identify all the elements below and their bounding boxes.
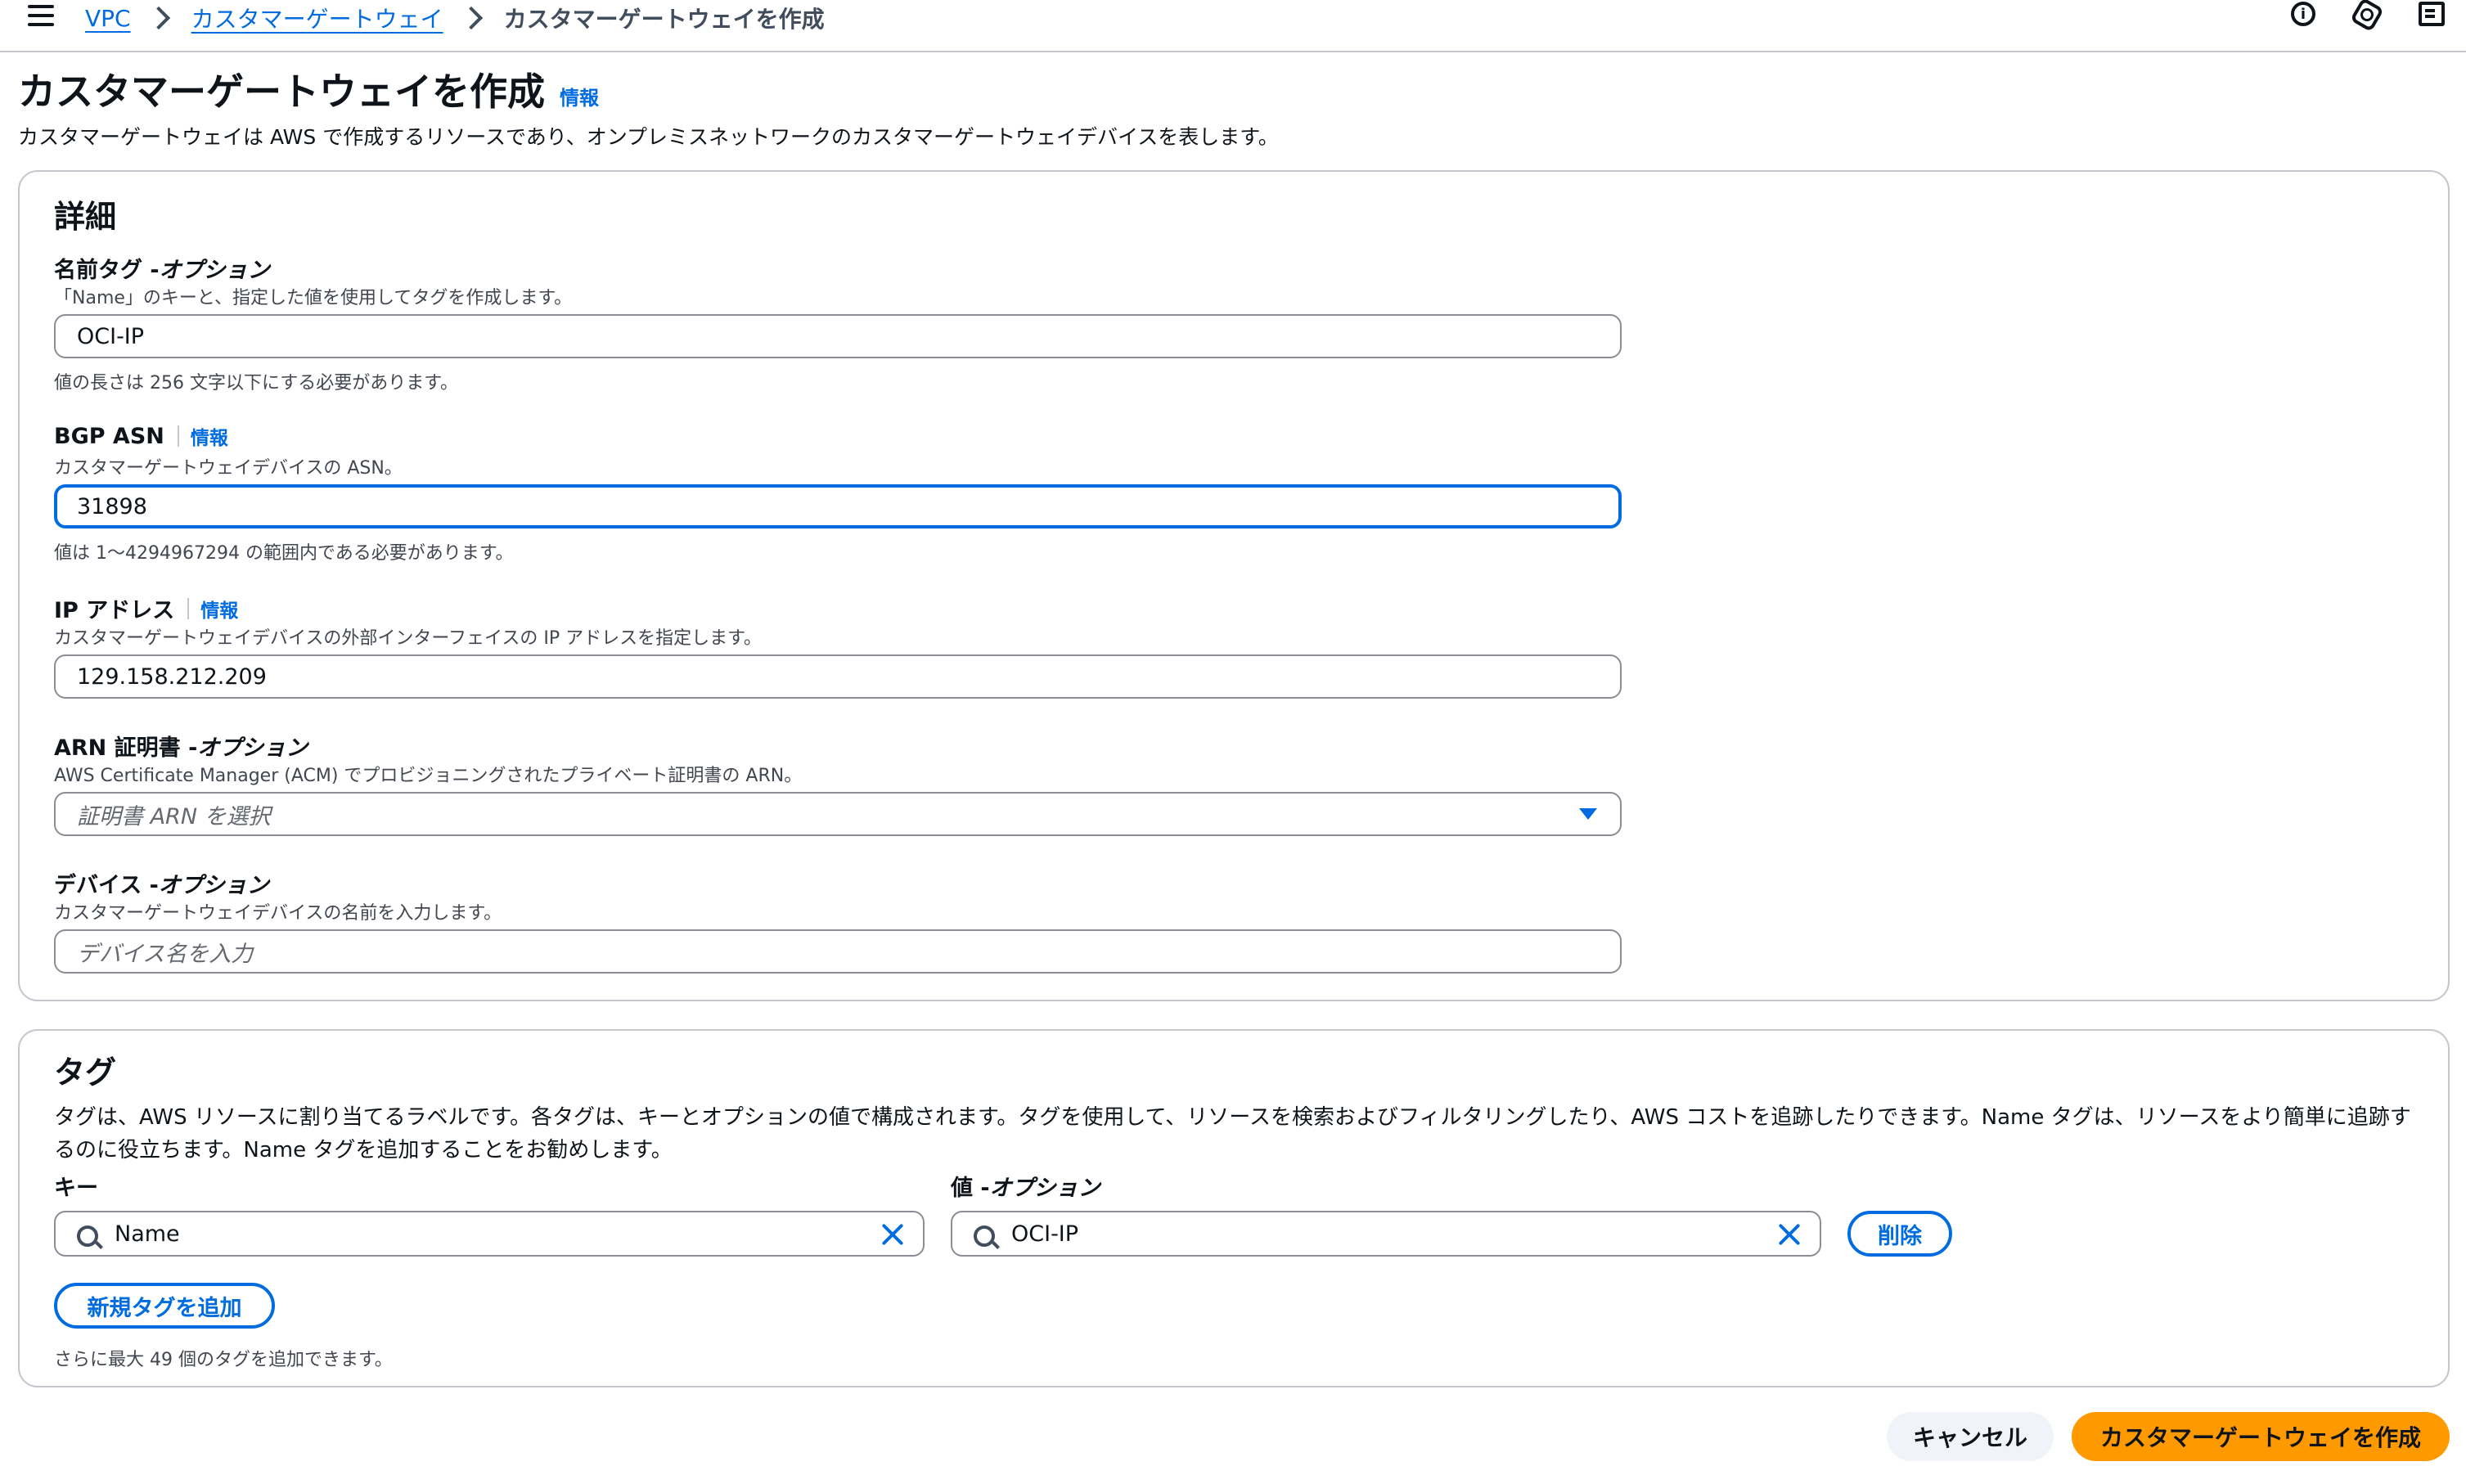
ip-address-label-text: IP アドレス <box>54 598 175 623</box>
name-tag-label: 名前タグ - オプション <box>54 252 270 284</box>
search-icon <box>77 1225 98 1247</box>
ip-address-input[interactable]: 129.158.212.209 <box>54 654 1622 699</box>
tag-value-label-main: 値 - <box>951 1176 990 1201</box>
feedback-icon[interactable] <box>2419 2 2448 31</box>
remove-tag-button[interactable]: 削除 <box>1847 1211 1952 1257</box>
top-navigation-bar: VPC カスタマーゲートウェイ カスタマーゲートウェイを作成 i <box>0 0 2466 52</box>
details-container: 詳細 名前タグ - オプション 「Name」のキーと、指定した値を使用してタグを… <box>18 170 2450 1001</box>
breadcrumb-vpc-link[interactable]: VPC <box>85 5 131 32</box>
certificate-arn-label: ARN 証明書 - オプション <box>54 730 308 762</box>
ip-address-label: IP アドレス 情報 <box>54 592 238 624</box>
breadcrumb-customer-gateways-link[interactable]: カスタマーゲートウェイ <box>191 2 443 34</box>
breadcrumb: VPC カスタマーゲートウェイ カスタマーゲートウェイを作成 <box>85 0 825 36</box>
page-title: カスタマーゲートウェイを作成 情報 <box>18 62 599 116</box>
name-tag-input[interactable]: OCI-IP <box>54 314 1622 358</box>
bgp-asn-info-link[interactable]: 情報 <box>191 422 228 450</box>
device-label-optional: オプション <box>158 873 269 898</box>
top-icon-group: i <box>2291 0 2448 33</box>
name-tag-label-main: 名前タグ - <box>54 258 160 283</box>
tag-key-input[interactable]: Name <box>54 1211 925 1257</box>
certificate-arn-label-optional: オプション <box>197 735 308 761</box>
bgp-asn-constraint: 値は 1～4294967294 の範囲内である必要があります。 <box>54 543 514 564</box>
caret-down-icon <box>1579 808 1597 820</box>
clear-icon[interactable] <box>1777 1222 1802 1247</box>
tag-key-label: キー <box>54 1176 98 1201</box>
page-info-link[interactable]: 情報 <box>560 82 599 110</box>
certificate-arn-label-main: ARN 証明書 - <box>54 735 198 761</box>
bgp-asn-description: カスタマーゲートウェイデバイスの ASN。 <box>54 458 403 479</box>
device-label-main: デバイス - <box>54 873 159 898</box>
tag-value-label-optional: オプション <box>989 1176 1100 1201</box>
name-tag-constraint: 値の長さは 256 文字以下にする必要があります。 <box>54 373 458 393</box>
info-circle-icon[interactable]: i <box>2291 2 2320 31</box>
page-title-text: カスタマーゲートウェイを作成 <box>18 70 545 114</box>
bgp-asn-label-text: BGP ASN <box>54 423 164 449</box>
tags-description: タグは、AWS リソースに割り当てるラベルです。各タグは、キーとオプションの値で… <box>54 1105 2411 1162</box>
ip-address-info-link[interactable]: 情報 <box>200 595 238 623</box>
name-tag-description: 「Name」のキーと、指定した値を使用してタグを作成します。 <box>54 288 573 308</box>
hamburger-menu-icon[interactable] <box>28 5 54 28</box>
page-description: カスタマーゲートウェイは AWS で作成するリソースであり、オンプレミスネットワ… <box>18 125 1279 149</box>
device-label: デバイス - オプション <box>54 867 269 899</box>
bgp-asn-input[interactable]: 31898 <box>54 484 1622 528</box>
tag-value-value: OCI-IP <box>1011 1221 1079 1247</box>
ip-address-description: カスタマーゲートウェイデバイスの外部インターフェイスの IP アドレスを指定しま… <box>54 628 762 649</box>
certificate-arn-placeholder: 証明書 ARN を選択 <box>77 803 271 830</box>
details-title: 詳細 <box>54 199 117 235</box>
chevron-right-icon <box>146 6 170 30</box>
device-description: カスタマーゲートウェイデバイスの名前を入力します。 <box>54 903 502 924</box>
certificate-arn-description: AWS Certificate Manager (ACM) でプロビジョニングさ… <box>54 766 803 786</box>
bgp-asn-label: BGP ASN 情報 <box>54 422 228 450</box>
certificate-arn-select[interactable]: 証明書 ARN を選択 <box>54 792 1622 836</box>
add-new-tag-button[interactable]: 新規タグを追加 <box>54 1283 275 1329</box>
label-divider <box>187 597 190 619</box>
tag-key-value: Name <box>115 1221 180 1247</box>
search-icon <box>974 1225 995 1247</box>
clear-icon[interactable] <box>880 1222 905 1247</box>
cancel-button[interactable]: キャンセル <box>1887 1412 2054 1461</box>
create-customer-gateway-button[interactable]: カスタマーゲートウェイを作成 <box>2072 1412 2450 1461</box>
breadcrumb-current: カスタマーゲートウェイを作成 <box>503 6 825 33</box>
tag-value-input[interactable]: OCI-IP <box>951 1211 1821 1257</box>
tags-container: タグ タグは、AWS リソースに割り当てるラベルです。各タグは、キーとオプション… <box>18 1029 2450 1387</box>
tag-value-label: 値 - オプション <box>951 1170 1100 1202</box>
settings-hex-icon[interactable] <box>2350 0 2384 33</box>
device-name-input[interactable]: デバイス名を入力 <box>54 929 1622 974</box>
tags-title: タグ <box>54 1055 117 1091</box>
label-divider <box>177 425 179 447</box>
name-tag-label-optional: オプション <box>159 258 270 283</box>
chevron-right-icon <box>459 6 483 30</box>
tag-limit-note: さらに最大 49 個のタグを追加できます。 <box>54 1350 393 1370</box>
